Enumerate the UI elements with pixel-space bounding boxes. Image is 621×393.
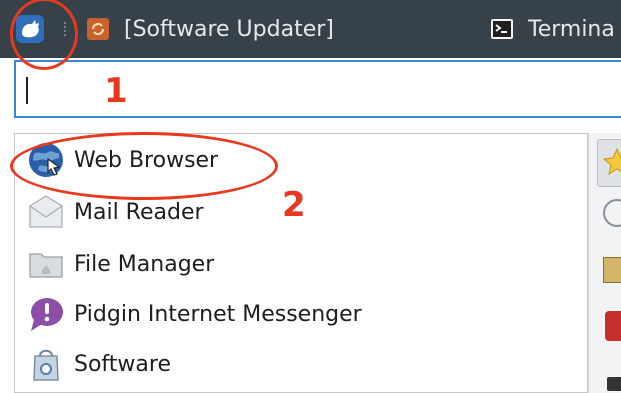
updater-icon [87, 18, 109, 40]
annotation-number-2: 2 [282, 185, 306, 225]
settings-category-icon[interactable] [605, 311, 621, 341]
app-item-label: Software [74, 351, 171, 377]
software-icon [24, 342, 68, 386]
app-item-label: File Manager [74, 251, 215, 277]
taskbar: [Software Updater] Termina [0, 0, 621, 58]
annotation-circle-1 [10, 0, 78, 70]
text-cursor [26, 77, 28, 104]
system-category-icon[interactable] [607, 377, 621, 391]
star-icon [602, 147, 621, 176]
annotation-ellipse-2 [10, 132, 278, 200]
folder-icon [24, 242, 68, 286]
favorites-sidebar [588, 133, 621, 393]
taskbar-item-terminal[interactable]: Termina [490, 12, 615, 46]
taskbar-item-label: Termina [528, 16, 615, 42]
app-item-pidgin[interactable]: Pidgin Internet Messenger [24, 290, 362, 338]
pidgin-icon [24, 292, 68, 336]
taskbar-item-software-updater[interactable]: [Software Updater] [86, 12, 334, 46]
archive-icon[interactable] [603, 257, 621, 283]
app-item-label: Pidgin Internet Messenger [74, 301, 362, 327]
favorites-category[interactable] [597, 139, 621, 187]
app-item-file-manager[interactable]: File Manager [24, 240, 214, 288]
app-item-software[interactable]: Software [24, 340, 171, 388]
taskbar-item-label: [Software Updater] [124, 16, 334, 42]
app-item-label: Mail Reader [74, 199, 204, 225]
annotation-number-1: 1 [104, 71, 128, 111]
recent-icon[interactable] [603, 199, 621, 227]
terminal-icon [491, 19, 513, 39]
mail-icon [24, 190, 68, 234]
